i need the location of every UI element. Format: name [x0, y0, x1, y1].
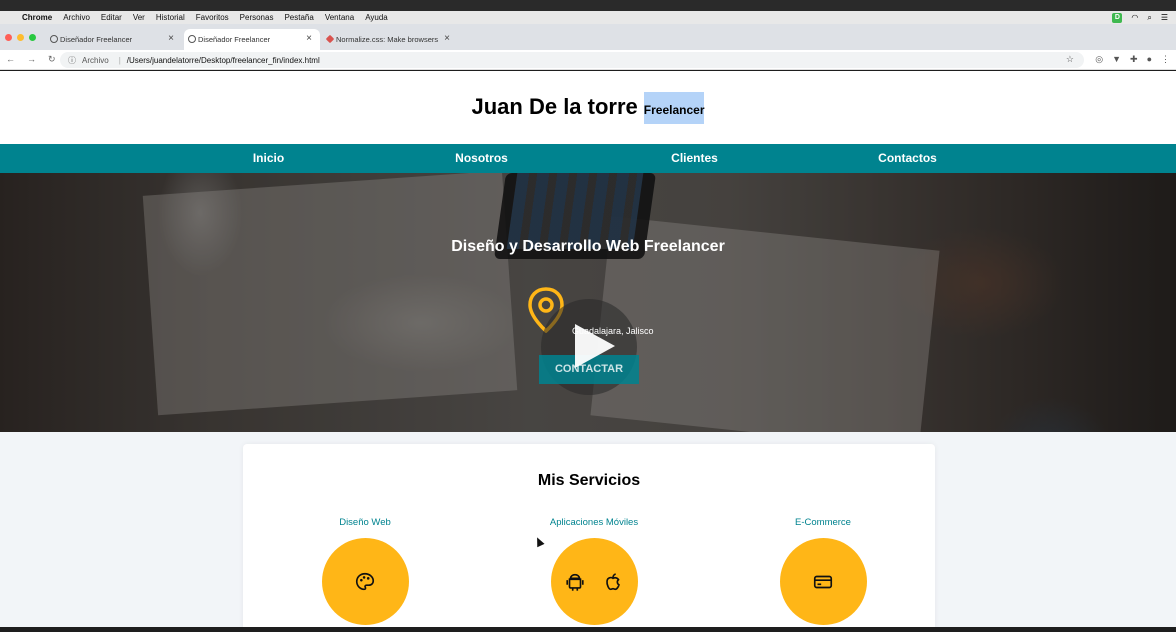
menu-chrome[interactable]: Chrome	[22, 13, 52, 22]
reload-icon[interactable]: ↻	[48, 54, 56, 65]
apple-logo-icon	[606, 572, 620, 590]
service-label: Diseño Web	[339, 517, 391, 528]
extension-icon[interactable]: ◎	[1095, 54, 1103, 65]
zoom-window-icon[interactable]	[29, 34, 36, 41]
service-icon-circle	[779, 538, 867, 625]
address-separator: |	[118, 55, 121, 65]
tab-strip: Diseñador Freelancer × Diseñador Freelan…	[0, 24, 1176, 68]
spotlight-icon[interactable]: ⌕	[1147, 13, 1151, 23]
menu-icon[interactable]: ☰	[1161, 13, 1168, 22]
profile-icon[interactable]: ●	[1147, 54, 1152, 65]
nav-clientes[interactable]: Clientes	[588, 144, 801, 173]
close-tab-icon[interactable]: ×	[444, 33, 450, 44]
address-bar[interactable]: ⓘ Archivo | /Users/juandelatorre/Desktop…	[60, 52, 1084, 68]
macos-menubar: Chrome Archivo Editar Ver Historial Favo…	[0, 0, 1176, 24]
site-header: Juan De la torre Freelancer	[0, 71, 1176, 144]
service-label: E-Commerce	[795, 517, 851, 528]
normalize-icon	[325, 34, 335, 44]
services-heading: Mis Servicios	[537, 472, 641, 489]
close-window-icon[interactable]	[5, 34, 12, 41]
menu-ayuda[interactable]: Ayuda	[365, 13, 388, 22]
menu-editar[interactable]: Editar	[101, 13, 122, 22]
palette-icon	[355, 572, 375, 590]
globe-icon	[188, 35, 196, 43]
site-title-name: Juan De la torre	[471, 93, 638, 119]
nav-inicio[interactable]: Inicio	[162, 144, 375, 173]
wifi-icon[interactable]: ◠	[1131, 13, 1138, 22]
services-section: Mis Servicios Diseño Web Aplicaciones Mó…	[0, 432, 1176, 627]
hero-heading: Diseño y Desarrollo Web Freelancer	[451, 238, 725, 255]
puzzle-icon[interactable]: ✚	[1130, 54, 1138, 65]
service-aplicaciones-moviles: Aplicaciones Móviles	[514, 517, 674, 625]
info-icon[interactable]: ⓘ	[68, 55, 76, 66]
tab-title: Normalize.css: Make browsers	[336, 35, 439, 44]
window-controls	[5, 34, 36, 41]
service-icon-circle	[321, 538, 409, 625]
tab-1[interactable]: Diseñador Freelancer ×	[46, 29, 182, 50]
tab-3[interactable]: Normalize.css: Make browsers ×	[322, 29, 458, 50]
tab-title: Diseñador Freelancer	[60, 35, 133, 44]
service-diseno-web: Diseño Web	[285, 517, 445, 625]
forward-icon[interactable]: →	[27, 54, 36, 65]
menu-ver[interactable]: Ver	[133, 13, 145, 22]
menu-archivo[interactable]: Archivo	[63, 13, 90, 22]
back-icon[interactable]: ←	[6, 54, 15, 65]
kebab-menu-icon[interactable]: ⋮	[1161, 54, 1170, 65]
tab-2[interactable]: Diseñador Freelancer ×	[184, 29, 320, 50]
tab-title: Diseñador Freelancer	[198, 35, 271, 44]
close-tab-icon[interactable]: ×	[306, 33, 312, 44]
web-page: Juan De la torre Freelancer Inicio Nosotr…	[0, 71, 1176, 627]
dashlane-icon[interactable]: D	[1112, 12, 1123, 23]
services-card: Mis Servicios Diseño Web Aplicaciones Mó…	[243, 444, 935, 627]
vpn-icon[interactable]: ▼	[1112, 54, 1121, 65]
nav-contactos[interactable]: Contactos	[801, 144, 1014, 173]
menu-ventana[interactable]: Ventana	[325, 13, 354, 22]
hero: Diseño y Desarrollo Web Freelancer Guada…	[0, 173, 1176, 432]
nav-nosotros[interactable]: Nosotros	[375, 144, 588, 173]
address-scheme: Archivo	[82, 55, 109, 65]
globe-icon	[50, 35, 58, 43]
menu-personas[interactable]: Personas	[240, 13, 274, 22]
play-icon[interactable]	[575, 324, 615, 368]
site-title-subtitle: Freelancer	[643, 91, 705, 124]
credit-card-icon	[813, 575, 833, 588]
browser-toolbar: ← → ↻ ⓘ Archivo | /Users/juandelatorre/D…	[0, 50, 1176, 70]
site-title: Juan De la torre Freelancer	[471, 91, 705, 124]
menu-historial[interactable]: Historial	[156, 13, 185, 22]
android-icon	[566, 573, 584, 591]
minimize-window-icon[interactable]	[17, 34, 24, 41]
bookmark-star-icon[interactable]: ☆	[1066, 54, 1074, 65]
site-nav: Inicio Nosotros Clientes Contactos	[0, 144, 1176, 173]
screen-bottom-edge	[0, 627, 1176, 632]
service-label: Aplicaciones Móviles	[549, 517, 639, 528]
address-path: /Users/juandelatorre/Desktop/freelancer_…	[126, 55, 320, 65]
close-tab-icon[interactable]: ×	[168, 33, 174, 44]
menu-pestana[interactable]: Pestaña	[284, 13, 313, 22]
menu-favoritos[interactable]: Favoritos	[196, 13, 229, 22]
service-e-commerce: E-Commerce	[743, 517, 903, 625]
service-icon-circle	[550, 538, 638, 625]
